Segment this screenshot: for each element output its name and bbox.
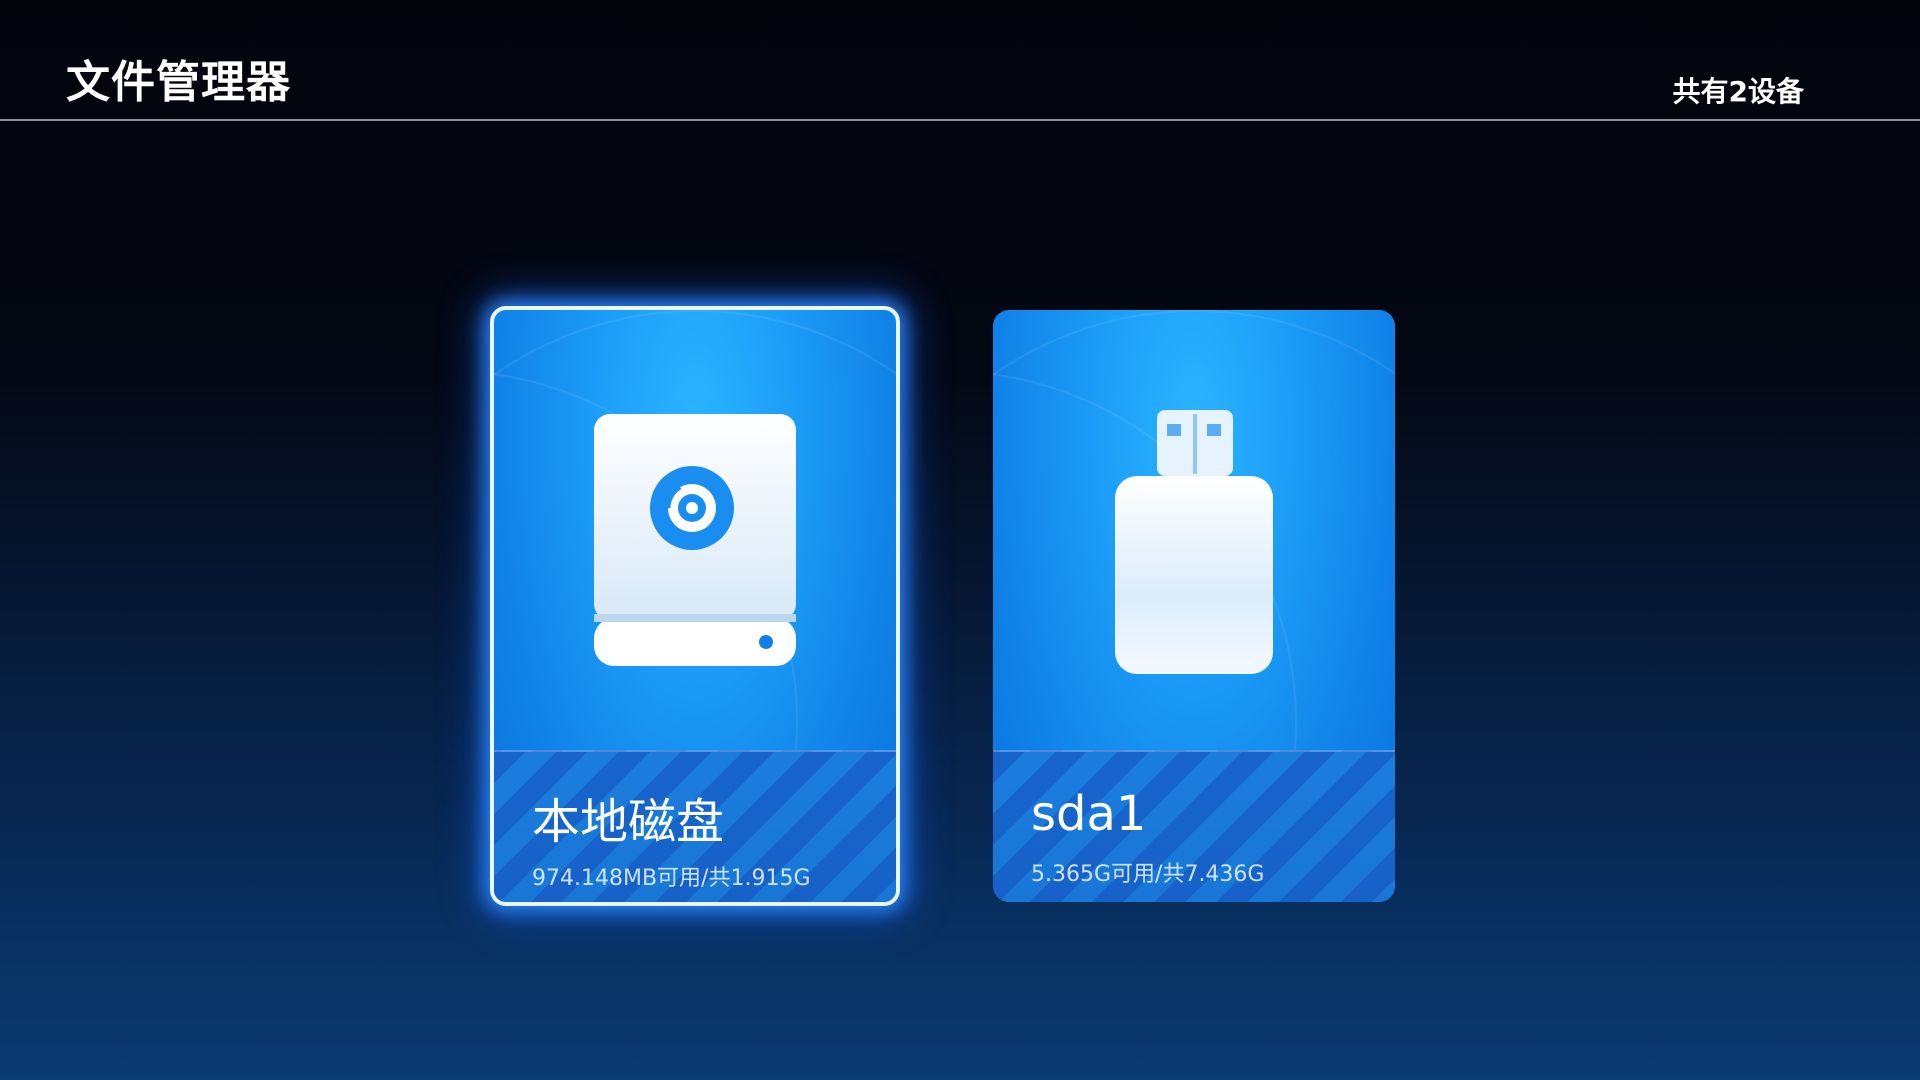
card-footer: sda1 5.365G可用/共7.436G [993, 750, 1395, 902]
header-bar: 文件管理器 共有2设备 [0, 0, 1920, 121]
device-card-sda1[interactable]: sda1 5.365G可用/共7.436G [993, 310, 1395, 902]
hard-disk-icon [594, 414, 796, 666]
device-space: 5.365G可用/共7.436G [1031, 862, 1265, 887]
usb-drive-icon [1115, 410, 1273, 674]
device-name: 本地磁盘 [532, 794, 725, 850]
device-count: 共有2设备 [1672, 75, 1804, 108]
app-title: 文件管理器 [66, 57, 291, 108]
card-footer: 本地磁盘 974.148MB可用/共1.915G [494, 750, 896, 902]
device-name: sda1 [1031, 786, 1147, 842]
device-card-local-disk[interactable]: 本地磁盘 974.148MB可用/共1.915G [490, 306, 900, 906]
device-space: 974.148MB可用/共1.915G [532, 866, 811, 891]
